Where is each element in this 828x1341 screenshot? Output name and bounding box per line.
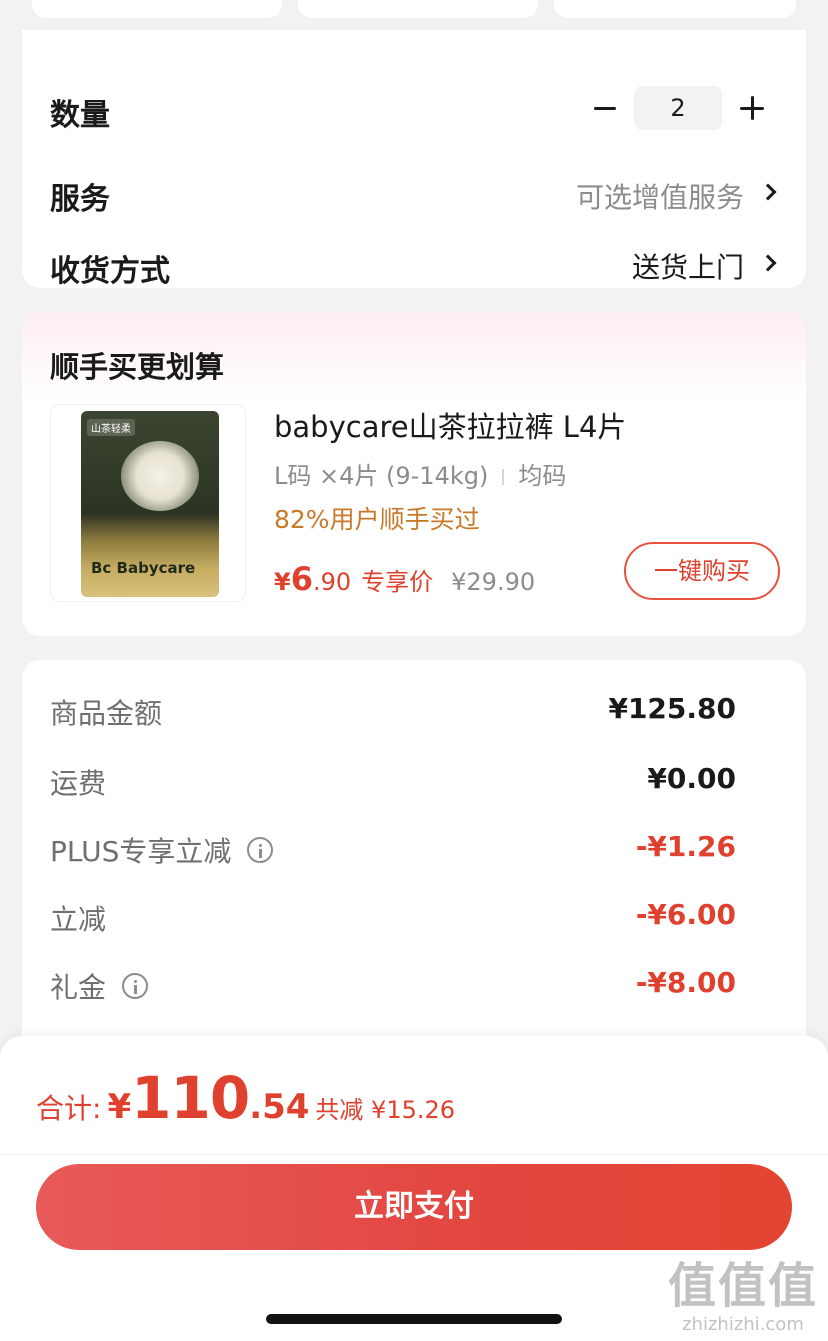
summary-label-discount: 立减 (50, 903, 107, 936)
option-chip[interactable] (32, 0, 282, 18)
total-savings: 共减 ¥15.26 (315, 1096, 456, 1124)
quantity-input[interactable]: 2 (634, 86, 722, 130)
pack-brand: Bc Babycare (91, 559, 196, 577)
option-chip[interactable] (554, 0, 796, 18)
summary-value-plus-discount: -¥1.26 (635, 830, 736, 863)
increase-quantity-button[interactable] (736, 88, 768, 128)
info-icon[interactable] (122, 973, 149, 999)
total-label: 合计: (36, 1092, 102, 1125)
spec-text: L码 ×4片 (9-14kg) (274, 462, 489, 490)
pay-now-button[interactable]: 立即支付 (36, 1164, 792, 1250)
decrease-quantity-button[interactable] (590, 88, 622, 128)
price-row: ¥6.90 专享价 ¥29.90 (274, 560, 535, 598)
summary-label-subtotal: 商品金额 (50, 697, 163, 730)
total-decimal: .54 (249, 1087, 310, 1127)
total-row: 合计: ¥110.54 共减 ¥15.26 (36, 1064, 455, 1132)
price-decimal: .90 (312, 568, 352, 596)
divider (0, 1154, 828, 1155)
previous-options-row (22, 0, 806, 22)
price-integer: 6 (290, 560, 313, 598)
summary-label-plus-discount: PLUS专享立减 (50, 830, 274, 870)
summary-label-gift-credit: 礼金 (50, 966, 149, 1006)
home-indicator[interactable] (266, 1314, 562, 1324)
price-currency: ¥ (274, 568, 291, 596)
option-chip[interactable] (298, 0, 538, 18)
service-selector[interactable]: 可选增值服务 (576, 176, 744, 216)
product-image[interactable]: 山茶轻柔 Bc Babycare (50, 404, 246, 602)
price-tag: 专享价 (361, 568, 434, 596)
size-text: 均码 (518, 462, 567, 490)
total-integer: 110 (131, 1064, 250, 1132)
watermark-logo: 值值值 (667, 1258, 818, 1314)
summary-label-shipping: 运费 (50, 767, 107, 800)
watermark: 值值值 zhizhizhi.com (668, 1258, 818, 1335)
info-icon[interactable] (247, 837, 274, 863)
product-name[interactable]: babycare山茶拉拉裤 L4片 (274, 404, 626, 446)
shipping-method-selector[interactable]: 送货上门 (632, 246, 744, 286)
quantity-label: 数量 (50, 98, 110, 133)
gift-credit-text: 礼金 (50, 971, 107, 1004)
social-proof: 82%用户顺手买过 (274, 505, 480, 534)
summary-value-discount: -¥6.00 (635, 898, 736, 931)
original-price: ¥29.90 (451, 568, 536, 596)
chevron-right-icon[interactable] (759, 183, 777, 201)
watermark-url: zhizhizhi.com (682, 1314, 804, 1335)
flower-graphic (121, 441, 199, 511)
pack-tag: 山茶轻柔 (87, 419, 135, 436)
addon-title: 顺手买更划算 (50, 350, 225, 384)
order-options-card: 数量 2 服务 可选增值服务 收货方式 送货上门 (22, 30, 806, 289)
one-click-buy-button[interactable]: 一键购买 (624, 542, 780, 600)
summary-value-shipping: ¥0.00 (647, 762, 736, 795)
summary-value-subtotal: ¥125.80 (608, 692, 736, 725)
summary-value-gift-credit: -¥8.00 (635, 966, 736, 999)
shipping-method-label: 收货方式 (50, 254, 170, 289)
total-currency: ¥ (107, 1087, 132, 1127)
diaper-pack-illustration: 山茶轻柔 Bc Babycare (81, 411, 219, 597)
service-label: 服务 (50, 182, 110, 217)
addon-recommendation-card: 顺手买更划算 山茶轻柔 Bc Babycare babycare山茶拉拉裤 L4… (22, 312, 806, 636)
price-summary-card: 商品金额 ¥125.80 运费 ¥0.00 PLUS专享立减 -¥1.26 立减… (22, 660, 806, 1080)
spec-divider (502, 469, 505, 485)
chevron-right-icon[interactable] (759, 254, 777, 272)
plus-discount-text: PLUS专享立减 (50, 835, 232, 868)
product-spec: L码 ×4片 (9-14kg) 均码 (274, 456, 566, 491)
